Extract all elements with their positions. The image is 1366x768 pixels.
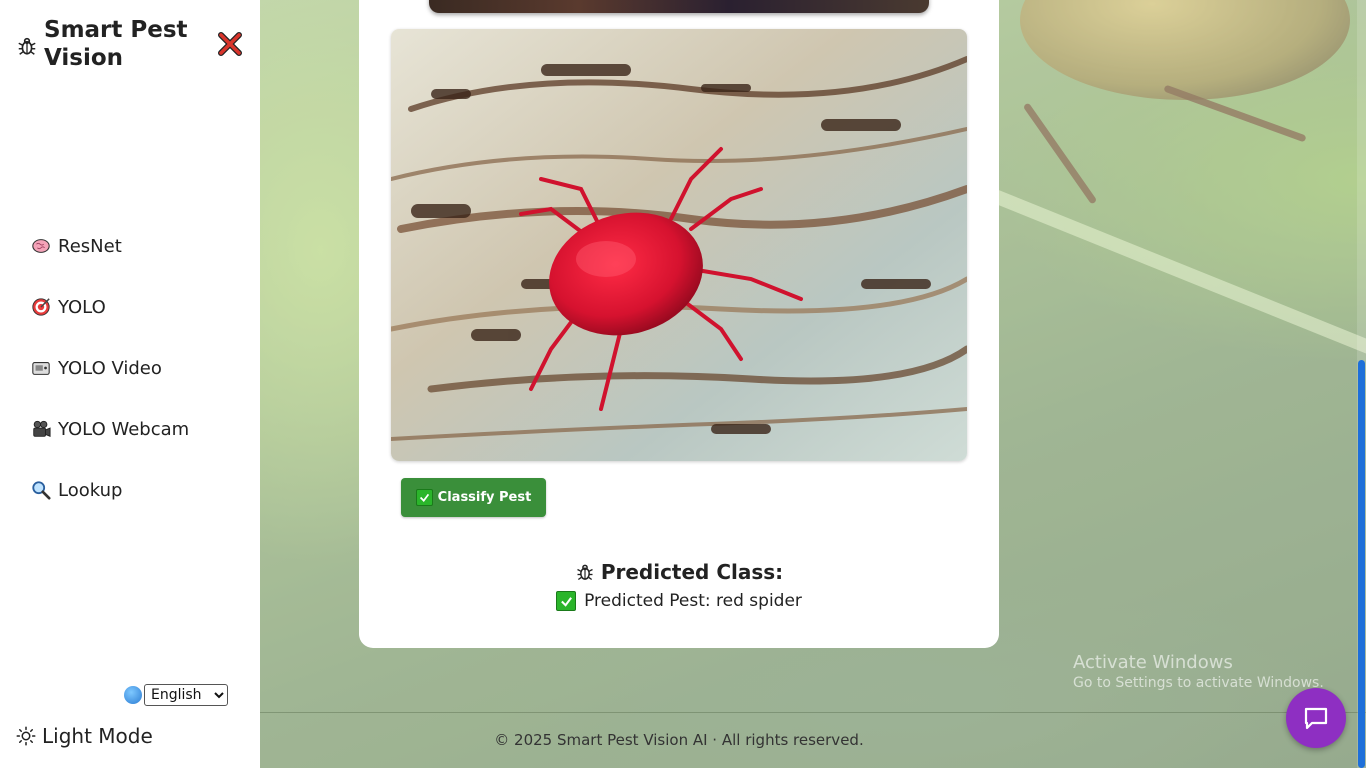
brand: Smart Pest Vision xyxy=(16,16,204,72)
theme-toggle[interactable]: Light Mode xyxy=(16,724,153,748)
close-icon xyxy=(218,32,242,56)
sidebar-item-resnet[interactable]: ResNet xyxy=(30,231,189,261)
video-camera-icon xyxy=(30,357,52,379)
footer-text: © 2025 Smart Pest Vision AI · All rights… xyxy=(494,731,864,749)
close-sidebar-button[interactable] xyxy=(218,32,242,56)
sidebar-item-yolo-webcam[interactable]: YOLO Webcam xyxy=(30,414,189,444)
page-scrollbar[interactable] xyxy=(1357,0,1366,768)
movie-camera-icon xyxy=(30,418,52,440)
target-icon xyxy=(30,296,52,318)
chat-bubble-icon xyxy=(1304,707,1328,730)
magnifier-icon xyxy=(30,479,52,501)
sidebar-item-lookup[interactable]: Lookup xyxy=(30,475,189,505)
footer-divider xyxy=(260,712,1366,713)
sidebar-item-label: YOLO Video xyxy=(58,357,162,379)
activate-windows-watermark: Activate Windows Go to Settings to activ… xyxy=(1073,652,1324,691)
classify-pest-label: Classify Pest xyxy=(437,490,532,505)
sidebar: Smart Pest Vision ResNet YOLO YOLO Video… xyxy=(0,0,260,768)
brand-title: Smart Pest Vision xyxy=(44,17,188,71)
prediction-result: Predicted Pest: red spider xyxy=(359,591,999,611)
check-icon xyxy=(415,489,433,506)
sidebar-item-yolo-video[interactable]: YOLO Video xyxy=(30,353,189,383)
language-selector: English xyxy=(124,684,228,706)
prediction-title-text: Predicted Class: xyxy=(600,560,784,584)
brain-icon xyxy=(30,235,52,257)
language-select[interactable]: English xyxy=(144,684,228,706)
theme-toggle-label: Light Mode xyxy=(42,724,153,748)
watermark-title: Activate Windows xyxy=(1073,652,1233,673)
uploaded-pest-image xyxy=(391,29,967,461)
sidebar-item-label: YOLO Webcam xyxy=(58,418,190,440)
classify-pest-button[interactable]: Classify Pest xyxy=(401,478,546,517)
chat-button[interactable] xyxy=(1286,688,1346,748)
sun-icon xyxy=(16,726,36,746)
sidebar-item-label: ResNet xyxy=(58,235,122,257)
prediction-result-text: Predicted Pest: red spider xyxy=(584,591,802,611)
sidebar-item-label: Lookup xyxy=(58,479,123,501)
check-icon xyxy=(556,591,577,611)
prediction-title: Predicted Class: xyxy=(359,560,999,584)
globe-icon xyxy=(124,686,142,704)
scrollbar-thumb[interactable] xyxy=(1358,360,1365,768)
bug-icon xyxy=(18,37,36,55)
sidebar-item-label: YOLO xyxy=(58,296,106,318)
watermark-subtitle: Go to Settings to activate Windows. xyxy=(1073,675,1324,691)
sidebar-item-yolo[interactable]: YOLO xyxy=(30,292,189,322)
bug-icon xyxy=(577,564,593,581)
sidebar-nav: ResNet YOLO YOLO Video YOLO Webcam Looku… xyxy=(30,231,189,536)
previous-image-preview xyxy=(429,0,929,13)
